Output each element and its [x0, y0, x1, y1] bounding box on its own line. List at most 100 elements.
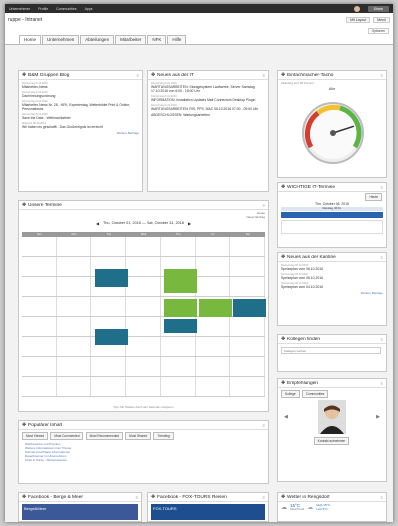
- news-item[interactable]: Donnerstag 6.10.2016 WARTUNGSARBEITEN: RI…: [151, 104, 265, 111]
- move-icon[interactable]: ✥: [281, 73, 285, 78]
- card-menu-icon[interactable]: ≡: [263, 423, 265, 428]
- page-title-bar: ruppe - Intranet Mit Layout Menü: [5, 13, 393, 26]
- news-item[interactable]: Donnerstag 6.10.2016 INFORMATION: Install…: [151, 95, 265, 102]
- calendar-card: ✥ Unsere Termine ≡ Heute Neuer Eintrag ◀ T…: [18, 200, 269, 412]
- card-menu-icon[interactable]: ≡: [381, 185, 383, 190]
- weather-desc: Nebel Dunst: [290, 508, 305, 511]
- calendar-new-entry-button[interactable]: Neuer Eintrag: [22, 215, 265, 219]
- calendar-event-green[interactable]: [164, 269, 197, 293]
- facebook-berge-banner[interactable]: Berge&Meer: [22, 504, 138, 520]
- tab-most-commented[interactable]: Most Commented: [50, 432, 84, 440]
- blog-item[interactable]: Donnerstag 6.10.2016 Dachrinnungsordnung: [22, 91, 139, 98]
- tab-most-recommended[interactable]: Most Recommended: [85, 432, 124, 440]
- calendar-week[interactable]: [22, 277, 266, 297]
- it-dates-event[interactable]: [281, 212, 383, 218]
- move-icon[interactable]: ✥: [281, 495, 285, 500]
- move-icon[interactable]: ✥: [281, 337, 285, 342]
- blog-item[interactable]: Donnerstag 6.10.2016 Mitarbeiter-News: [22, 82, 139, 89]
- blog-more-link[interactable]: Weitere Beiträge: [22, 131, 139, 135]
- calendar-footer: Tipp: Mit Tastatur durch den Kalender na…: [113, 405, 174, 409]
- top-nav-unternehmen[interactable]: Unternehmen: [9, 7, 30, 11]
- share-button[interactable]: Share: [367, 5, 389, 12]
- canteen-title: Neues aus der Kantine: [287, 254, 336, 260]
- news-item[interactable]: ABGESCHLOSSEN: Wartungsarbeiten: [151, 113, 265, 117]
- it-dates-today-button[interactable]: Heute: [365, 193, 382, 201]
- tab-nfk[interactable]: NFK: [147, 35, 167, 44]
- calendar-week[interactable]: [22, 257, 266, 277]
- top-nav-profile[interactable]: Profile: [38, 7, 48, 11]
- layout-button[interactable]: Mit Layout: [346, 16, 371, 23]
- canteen-item[interactable]: Donnerstag 06.10.2016 Speiseplan vom 05.1…: [281, 273, 383, 280]
- calendar-event-teal[interactable]: [164, 319, 197, 333]
- it-dates-day-header: Dienstag, 06.10.: [281, 207, 383, 211]
- calendar-event-teal[interactable]: [233, 299, 266, 317]
- card-menu-icon[interactable]: ≡: [381, 495, 383, 500]
- card-menu-icon[interactable]: ≡: [381, 255, 383, 260]
- calendar-next-icon[interactable]: ▶: [188, 221, 191, 226]
- blog-item[interactable]: Donnerstag 6.10.2016 Mitarbeiter-News Nr.…: [22, 100, 139, 111]
- blog-title: B&M Gruppen Blog: [28, 72, 70, 78]
- news-item[interactable]: Donnerstag 6.10.2016 WARTUNGSARBEITEN: St…: [151, 82, 265, 93]
- move-icon[interactable]: ✥: [22, 73, 26, 78]
- weather-card: ✥ Wetter in Rengsdorf ≡ ☁ 15°C Nebel Dunst…: [277, 492, 387, 522]
- canteen-more-link[interactable]: Weitere Beiträge: [281, 291, 383, 295]
- popular-item[interactable]: Links in Kürze - Wissenswertes: [25, 458, 262, 462]
- top-nav-communities[interactable]: Communities: [56, 7, 76, 11]
- tab-trending[interactable]: Trending: [153, 432, 174, 440]
- next-icon[interactable]: ▶: [376, 414, 380, 420]
- calendar-week[interactable]: [22, 337, 266, 357]
- blog-item[interactable]: Donnerstag 6.10.2016 Save the Date - Weih…: [22, 113, 139, 120]
- card-menu-icon[interactable]: ≡: [263, 203, 265, 208]
- move-icon[interactable]: ✥: [22, 203, 26, 208]
- move-icon[interactable]: ✥: [151, 73, 155, 78]
- facebook-fox-banner[interactable]: FOX-TOURS: [151, 504, 265, 520]
- sub-toolbar: Optionen: [5, 26, 393, 35]
- calendar-week[interactable]: [22, 377, 266, 397]
- calendar-event-teal[interactable]: [95, 329, 128, 345]
- tab-home[interactable]: Home: [19, 35, 42, 44]
- calendar-event-green[interactable]: [199, 299, 232, 317]
- colleague-search-input[interactable]: [281, 347, 381, 354]
- card-menu-icon[interactable]: ≡: [263, 495, 265, 500]
- tab-communities[interactable]: Communities: [301, 390, 329, 398]
- card-menu-icon[interactable]: ≡: [381, 337, 383, 342]
- tab-hilfe[interactable]: Hilfe: [167, 35, 187, 44]
- top-nav-apps[interactable]: Apps: [85, 7, 93, 11]
- move-icon[interactable]: ✥: [22, 495, 26, 500]
- contact-button[interactable]: Kontakt aufnehmen: [313, 437, 350, 445]
- calendar-event-teal[interactable]: [95, 269, 128, 287]
- tab-unternehmen[interactable]: Unternehmen: [42, 35, 80, 44]
- calendar-week[interactable]: [22, 317, 266, 337]
- move-icon[interactable]: ✥: [281, 255, 285, 260]
- calendar-event-green[interactable]: [164, 299, 197, 317]
- move-icon[interactable]: ✥: [22, 423, 26, 428]
- move-icon[interactable]: ✥: [281, 381, 285, 386]
- move-icon[interactable]: ✥: [281, 185, 285, 190]
- facebook-fox-card: ✥ Facebook - FOX-TOURS Reisen ≡ FOX-TOURS: [147, 492, 269, 522]
- calendar-week[interactable]: [22, 237, 266, 257]
- user-avatar[interactable]: [353, 5, 360, 12]
- options-button[interactable]: Optionen: [367, 27, 389, 34]
- card-menu-icon[interactable]: ≡: [137, 73, 139, 78]
- calendar-prev-icon[interactable]: ◀: [96, 221, 99, 226]
- tab-colleague[interactable]: Kollege: [281, 390, 300, 398]
- menu-button[interactable]: Menü: [373, 16, 390, 23]
- tab-most-viewed[interactable]: Most Viewed: [22, 432, 49, 440]
- calendar-week[interactable]: [22, 357, 266, 377]
- canteen-item[interactable]: Donnerstag 06.10.2016 Speiseplan vom 04.1…: [281, 282, 383, 289]
- card-menu-icon[interactable]: ≡: [136, 495, 138, 500]
- prev-icon[interactable]: ◀: [284, 414, 288, 420]
- card-menu-icon[interactable]: ≡: [381, 73, 383, 78]
- blog-item[interactable]: Mittwoch 05.10.2016 Wir haben es geschaff…: [22, 122, 139, 129]
- canteen-item[interactable]: Donnerstag 06.10.2016 Speiseplan vom 06.1…: [281, 264, 383, 271]
- it-news-title: Neues aus der IT: [157, 72, 194, 78]
- tab-abteilungen[interactable]: Abteilungen: [80, 35, 115, 44]
- tab-mitarbeiter[interactable]: Mitarbeiter: [115, 35, 147, 44]
- tab-most-shared[interactable]: Most Shared: [125, 432, 152, 440]
- browser-frame: Unternehmen Profile Communities Apps Sha…: [5, 4, 393, 522]
- card-menu-icon[interactable]: ≡: [381, 381, 383, 386]
- page-title: ruppe - Intranet: [8, 16, 43, 23]
- cloud-icon: ☁: [281, 504, 287, 511]
- card-menu-icon[interactable]: ≡: [263, 73, 265, 78]
- move-icon[interactable]: ✥: [151, 495, 155, 500]
